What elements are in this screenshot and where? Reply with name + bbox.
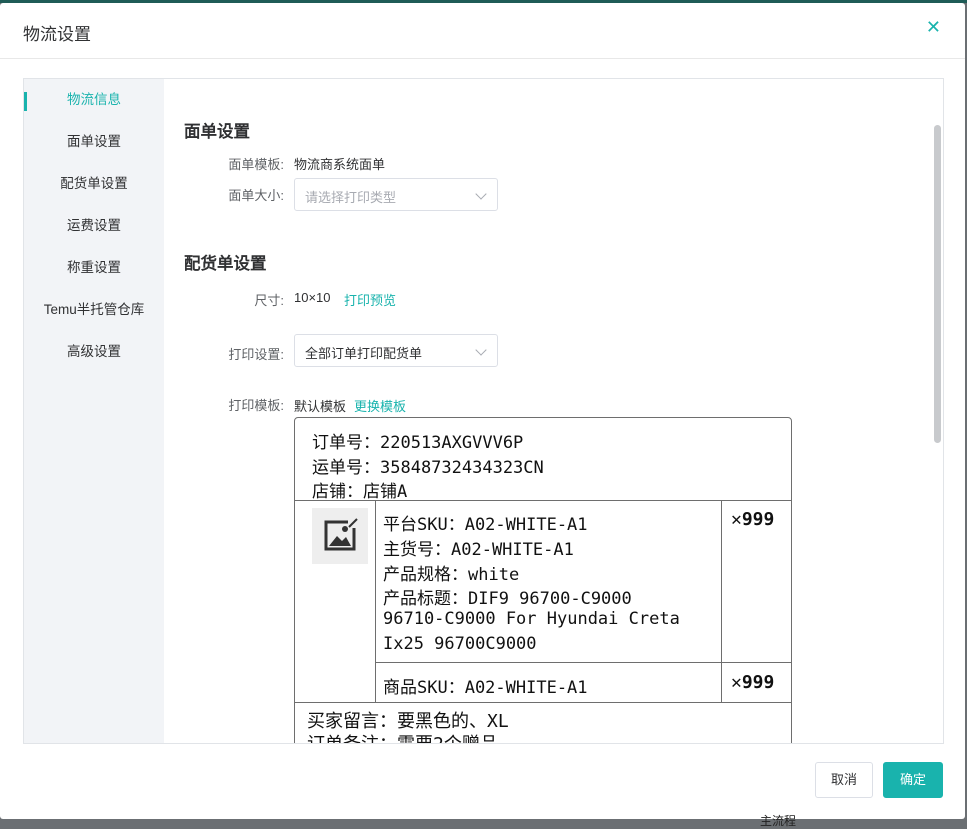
slip-divider [375, 500, 376, 702]
dialog-footer: 取消 确定 [0, 742, 965, 819]
confirm-button[interactable]: 确定 [883, 762, 943, 798]
slip-product-line: 平台SKU：A02-WHITE-A1 [383, 515, 588, 535]
sidebar-item-advanced-settings[interactable]: 高级设置 [24, 337, 164, 367]
slip-quantity: ✕999 [731, 509, 775, 530]
watermark-text: 大数跨境 [51, 797, 132, 819]
packing-section-title: 配货单设置 [184, 255, 267, 273]
dialog-header: 物流设置 ✕ [0, 3, 965, 59]
print-preview-link[interactable]: 打印预览 [344, 290, 396, 309]
waybill-section-title: 面单设置 [184, 123, 250, 141]
slip-divider [721, 500, 722, 702]
slip-product-line: Ix25 96700C9000 [383, 634, 537, 654]
waybill-template-value: 物流商系统面单 [294, 157, 386, 172]
watermark-logo-icon [9, 800, 44, 814]
slip-product-line: 96710-C9000 For Hyundai Creta [383, 609, 680, 629]
background-text: 主流程 [760, 814, 797, 828]
settings-content: 面单设置 面单模板: 物流商系统面单 面单大小: 请选择打印类型 配货单设置 尺… [164, 79, 943, 743]
chevron-down-icon [475, 188, 487, 200]
print-setting-value: 全部订单打印配货单 [305, 346, 423, 361]
slip-quantity: ✕999 [731, 672, 775, 693]
print-template-value: 默认模板 [294, 399, 347, 414]
packing-size-value: 10×10 [294, 290, 331, 305]
change-template-link[interactable]: 更换模板 [354, 396, 406, 415]
sidebar-item-temu-warehouse[interactable]: Temu半托管仓库 [24, 295, 164, 325]
sidebar-item-packing-settings[interactable]: 配货单设置 [24, 169, 164, 199]
slip-tracking-number: 运单号：35848732434323CN [312, 458, 544, 478]
waybill-template-label: 面单模板: [228, 157, 284, 172]
slip-product-line: 主货号：A02-WHITE-A1 [383, 540, 574, 560]
slip-divider [295, 702, 791, 703]
content-scrollbar[interactable] [934, 125, 941, 443]
product-thumbnail [312, 508, 368, 564]
chevron-down-icon [475, 344, 487, 356]
print-setting-label: 打印设置: [228, 347, 284, 362]
logistics-settings-dialog: 物流设置 ✕ 物流信息 面单设置 配货单设置 运费设置 称重设置 Temu半托管… [0, 3, 965, 819]
sidebar-item-weighing-settings[interactable]: 称重设置 [24, 253, 164, 283]
waybill-size-select[interactable]: 请选择打印类型 [294, 178, 498, 211]
watermark: 大数跨境 [8, 791, 132, 820]
slip-store: 店铺：店铺A [312, 482, 408, 502]
print-setting-select[interactable]: 全部订单打印配货单 [294, 334, 498, 367]
sidebar-item-logistics-info[interactable]: 物流信息 [24, 85, 164, 115]
slip-goods-sku: 商品SKU：A02-WHITE-A1 [383, 678, 588, 698]
sidebar-item-waybill-settings[interactable]: 面单设置 [24, 127, 164, 157]
sidebar-item-freight-settings[interactable]: 运费设置 [24, 211, 164, 241]
print-template-label: 打印模板: [228, 398, 284, 413]
dialog-title: 物流设置 [23, 25, 91, 44]
cancel-button[interactable]: 取消 [815, 762, 873, 798]
waybill-size-label: 面单大小: [228, 188, 284, 203]
packing-slip-preview: 订单号：220513AXGVVV6P 运单号：35848732434323CN … [294, 417, 792, 743]
slip-divider [295, 500, 791, 501]
slip-divider [375, 662, 791, 663]
waybill-size-placeholder: 请选择打印类型 [305, 190, 397, 205]
dialog-body: 物流信息 面单设置 配货单设置 运费设置 称重设置 Temu半托管仓库 高级设置… [23, 78, 944, 744]
settings-sidebar: 物流信息 面单设置 配货单设置 运费设置 称重设置 Temu半托管仓库 高级设置 [24, 79, 164, 743]
slip-product-line: 产品规格：white [383, 565, 520, 585]
slip-product-line: 产品标题：DIF9 96700-C9000 [383, 589, 632, 609]
packing-size-label: 尺寸: [254, 293, 284, 308]
slip-order-number: 订单号：220513AXGVVV6P [312, 433, 524, 453]
close-icon[interactable]: ✕ [926, 18, 941, 36]
image-icon [324, 518, 358, 551]
